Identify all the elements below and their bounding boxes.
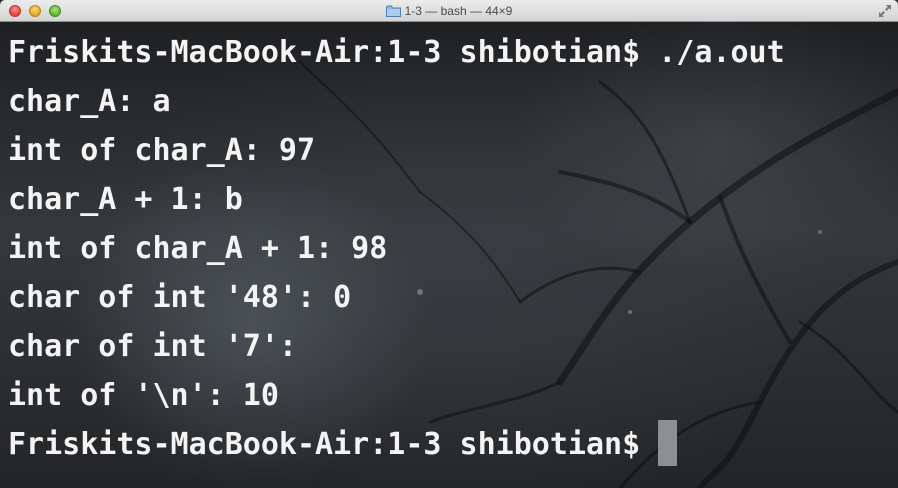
terminal-output: Friskits-MacBook-Air:1-3 shibotian$ ./a.… [8,28,785,469]
text-cursor [658,420,678,466]
folder-icon [385,5,401,17]
terminal-line: Friskits-MacBook-Air:1-3 shibotian$ ./a.… [8,35,785,70]
terminal-line: int of char_A: 97 [8,133,316,168]
window-title: 1-3 — bash — 44×9 [0,3,898,19]
terminal-line: int of '\n': 10 [8,378,279,413]
terminal-line: int of char_A + 1: 98 [8,231,388,266]
window-title-text: 1-3 — bash — 44×9 [404,4,513,18]
terminal-line: char of int '48': 0 [8,280,352,315]
terminal-line: char_A + 1: b [8,182,243,217]
prompt-line[interactable]: Friskits-MacBook-Air:1-3 shibotian$ [8,420,785,469]
terminal-content[interactable]: Friskits-MacBook-Air:1-3 shibotian$ ./a.… [0,22,898,488]
terminal-line: char of int '7': [8,329,297,364]
title-bar[interactable]: 1-3 — bash — 44×9 [0,0,898,22]
terminal-window: 1-3 — bash — 44×9 Friskits-MacBook-Air:1… [0,0,898,488]
terminal-line: char_A: a [8,84,171,119]
fullscreen-arrows-icon[interactable] [878,4,892,18]
shell-prompt: Friskits-MacBook-Air:1-3 shibotian$ [8,427,641,462]
